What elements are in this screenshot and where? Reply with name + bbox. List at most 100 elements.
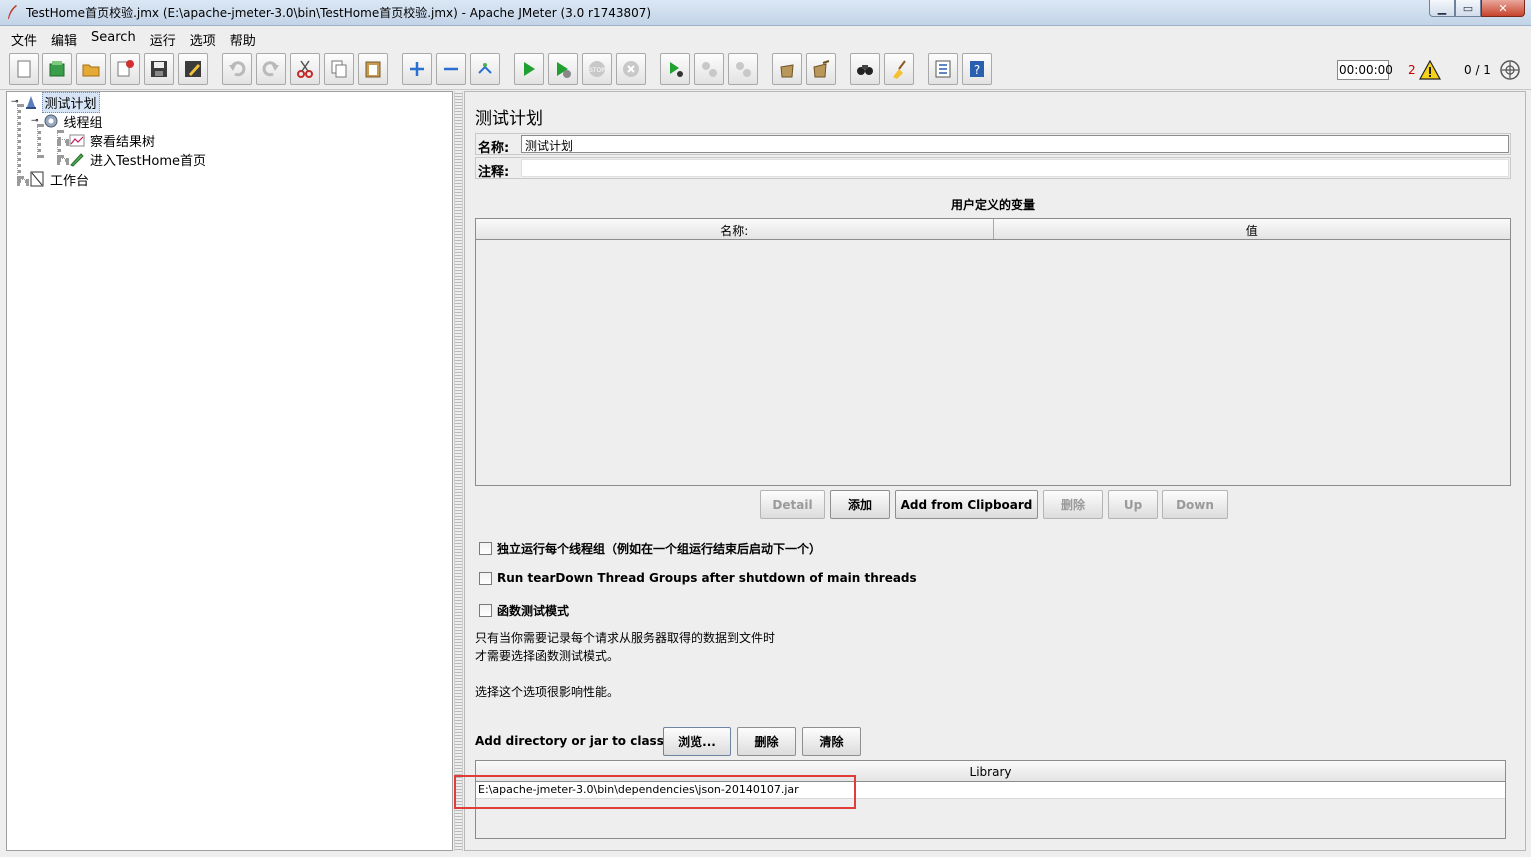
minimize-button[interactable]: ▁ — [1429, 0, 1455, 17]
tree-toggle-icon[interactable]: ⊸ — [31, 116, 39, 126]
comment-row: 注释: — [475, 157, 1511, 180]
variables-table[interactable]: 名称: 值 — [475, 218, 1511, 486]
menu-search[interactable]: Search — [84, 27, 143, 49]
warning-icon[interactable] — [1419, 60, 1441, 80]
annotation-highlight-box — [454, 775, 856, 809]
search-button[interactable] — [850, 53, 880, 85]
teardown-label: Run tearDown Thread Groups after shutdow… — [497, 571, 917, 585]
redo-button[interactable] — [256, 53, 286, 85]
save-button[interactable] — [144, 53, 174, 85]
functional-mode-option[interactable]: 函数测试模式 — [479, 602, 569, 619]
add-button[interactable]: 添加 — [830, 490, 890, 519]
tree-node-test-plan[interactable]: ⊸ 测试计划 — [11, 91, 100, 113]
title-bar: TestHome首页校验.jmx (E:\apache-jmeter-3.0\b… — [0, 0, 1531, 26]
collapse-all-button[interactable] — [436, 53, 466, 85]
remote-shutdown-button[interactable] — [728, 53, 758, 85]
delete-variable-button[interactable]: 删除 — [1043, 490, 1103, 519]
teardown-option[interactable]: Run tearDown Thread Groups after shutdow… — [479, 571, 917, 585]
open-button[interactable] — [76, 53, 106, 85]
stop-button[interactable]: STOP — [582, 53, 612, 85]
remote-status-icon — [1500, 60, 1520, 80]
help-button[interactable]: ? — [962, 53, 992, 85]
open-icon — [82, 64, 100, 77]
close-window-button[interactable]: ✕ — [1481, 0, 1525, 17]
function-helper-button[interactable] — [928, 53, 958, 85]
tree-node-label: 线程组 — [63, 115, 103, 131]
clear-icon — [780, 64, 794, 78]
name-input[interactable]: 测试计划 — [521, 135, 1509, 153]
tree-node-label: 察看结果树 — [90, 134, 156, 150]
maximize-button[interactable]: ▭ — [1455, 0, 1481, 17]
independent-threads-label: 独立运行每个线程组（例如在一个组运行结束后启动下一个） — [497, 542, 822, 556]
detail-button[interactable]: Detail — [760, 490, 825, 519]
close-icon — [117, 60, 134, 77]
column-value[interactable]: 值 — [994, 219, 1511, 239]
menu-edit[interactable]: 编辑 — [44, 27, 84, 49]
tree-node-results-tree[interactable]: 察看结果树 — [69, 131, 157, 150]
tree-node-workbench[interactable]: 工作台 — [29, 170, 91, 189]
tree-connector — [17, 179, 29, 183]
menu-file[interactable]: 文件 — [4, 27, 44, 49]
tree-node-label: 工作台 — [50, 173, 90, 189]
active-thread-count: 0 / 1 — [1464, 63, 1491, 77]
menu-run[interactable]: 运行 — [143, 27, 183, 49]
start-button[interactable] — [514, 53, 544, 85]
remote-start-button[interactable] — [660, 53, 690, 85]
test-plan-tree[interactable]: ⊸ 测试计划 ⊸ 线程组 察看结果树 进入TestHome首页 工作台 — [6, 91, 453, 851]
templates-icon — [49, 61, 65, 77]
clear-all-button[interactable] — [806, 53, 836, 85]
variables-button-row: Detail 添加 Add from Clipboard 删除 Up Down — [465, 490, 1527, 520]
expand-all-button[interactable] — [402, 53, 432, 85]
clear-button[interactable] — [772, 53, 802, 85]
start-no-pauses-button[interactable] — [548, 53, 578, 85]
copy-icon — [331, 60, 347, 78]
save-as-button[interactable] — [178, 53, 208, 85]
table-header: 名称: 值 — [476, 219, 1510, 240]
thread-group-icon — [44, 114, 58, 128]
test-plan-icon — [25, 96, 36, 109]
functional-mode-checkbox[interactable] — [479, 604, 492, 617]
column-name[interactable]: 名称: — [476, 219, 994, 239]
tree-node-http-sampler[interactable]: 进入TestHome首页 — [69, 150, 208, 169]
add-from-clipboard-button[interactable]: Add from Clipboard — [895, 490, 1038, 519]
workbench-icon — [30, 171, 44, 187]
tree-node-thread-group[interactable]: ⊸ 线程组 — [31, 112, 105, 131]
redo-icon — [262, 61, 279, 77]
move-down-button[interactable]: Down — [1162, 490, 1228, 519]
paste-button[interactable] — [358, 53, 388, 85]
toggle-button[interactable] — [470, 53, 500, 85]
menu-help[interactable]: 帮助 — [223, 27, 263, 49]
remote-stop-button[interactable] — [694, 53, 724, 85]
independent-threads-option[interactable]: 独立运行每个线程组（例如在一个组运行结束后启动下一个） — [479, 540, 821, 557]
reset-search-button[interactable] — [884, 53, 914, 85]
results-tree-icon — [69, 134, 85, 147]
cut-button[interactable] — [290, 53, 320, 85]
functional-help-line-2: 才需要选择函数测试模式。 — [475, 649, 620, 663]
remote-stop-icon — [702, 62, 717, 77]
collapse-icon — [444, 67, 458, 71]
independent-threads-checkbox[interactable] — [479, 542, 492, 555]
sampler-icon — [70, 153, 84, 167]
tree-node-label: 进入TestHome首页 — [90, 153, 206, 169]
browse-button[interactable]: 浏览... — [663, 727, 731, 756]
menu-options[interactable]: 选项 — [183, 27, 223, 49]
new-button[interactable] — [9, 53, 39, 85]
clear-classpath-button[interactable]: 清除 — [802, 727, 861, 756]
tree-toggle-icon[interactable]: ⊸ — [11, 97, 19, 107]
copy-button[interactable] — [324, 53, 354, 85]
undo-button[interactable] — [222, 53, 252, 85]
undo-icon — [229, 61, 246, 77]
teardown-checkbox[interactable] — [479, 571, 492, 585]
help-icon: ? — [970, 61, 984, 77]
window-controls: ▁ ▭ ✕ — [1429, 0, 1525, 18]
shutdown-button[interactable] — [616, 53, 646, 85]
name-label: 名称: — [478, 141, 510, 156]
close-file-button[interactable] — [110, 53, 140, 85]
comment-input[interactable] — [521, 159, 1509, 177]
move-up-button[interactable]: Up — [1108, 490, 1158, 519]
start-icon — [524, 62, 535, 76]
reset-search-icon — [893, 60, 906, 79]
panel-splitter[interactable] — [454, 91, 463, 851]
delete-classpath-button[interactable]: 删除 — [737, 727, 796, 756]
templates-button[interactable] — [42, 53, 72, 85]
